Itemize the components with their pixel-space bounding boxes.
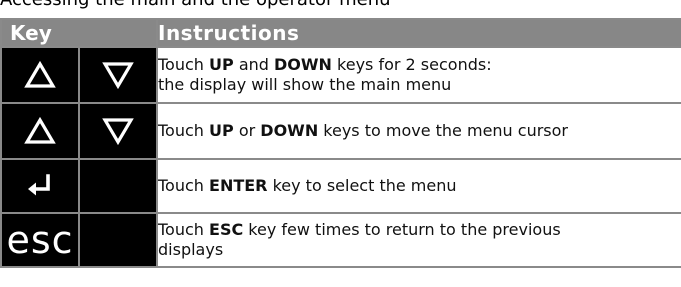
empty-key-cell [78, 158, 158, 214]
table-row: Touch UP and DOWN keys for 2 seconds: the… [0, 46, 681, 104]
table-header-row: Key Instructions [0, 18, 681, 48]
esc-key-cell: esc [0, 212, 80, 268]
down-triangle-icon [80, 61, 156, 89]
table-row: Touch ENTER key to select the menu [0, 158, 681, 214]
instruction-text: Touch UP and DOWN keys for 2 seconds: the… [156, 46, 681, 104]
up-key-cell [0, 102, 80, 160]
enter-key-cell [0, 158, 80, 214]
header-instructions: Instructions [156, 18, 681, 48]
instruction-text: Touch ENTER key to select the menu [156, 158, 681, 214]
esc-key-label: esc [6, 218, 74, 262]
key-instructions-table: Key Instructions Touch UP and DOWN keys … [0, 18, 681, 268]
table-row: esc Touch ESC key few times to return to… [0, 212, 681, 268]
empty-key-cell [78, 212, 158, 268]
keyword-up: UP [209, 55, 234, 74]
down-key-cell [78, 102, 158, 160]
instruction-text: Touch ESC key few times to return to the… [156, 212, 681, 268]
instruction-text: Touch UP or DOWN keys to move the menu c… [156, 102, 681, 160]
down-triangle-icon [80, 117, 156, 145]
keyword-down: DOWN [260, 121, 319, 140]
keyword-enter: ENTER [209, 176, 268, 195]
table-row: Touch UP or DOWN keys to move the menu c… [0, 102, 681, 160]
header-key: Key [0, 18, 158, 48]
enter-arrow-icon [2, 173, 78, 199]
up-triangle-icon [2, 117, 78, 145]
section-caption: Accessing the main and the operator menu [0, 0, 681, 12]
keyword-up: UP [209, 121, 234, 140]
down-key-cell [78, 46, 158, 104]
keyword-esc: ESC [209, 220, 244, 239]
up-triangle-icon [2, 61, 78, 89]
up-key-cell [0, 46, 80, 104]
keyword-down: DOWN [274, 55, 332, 74]
